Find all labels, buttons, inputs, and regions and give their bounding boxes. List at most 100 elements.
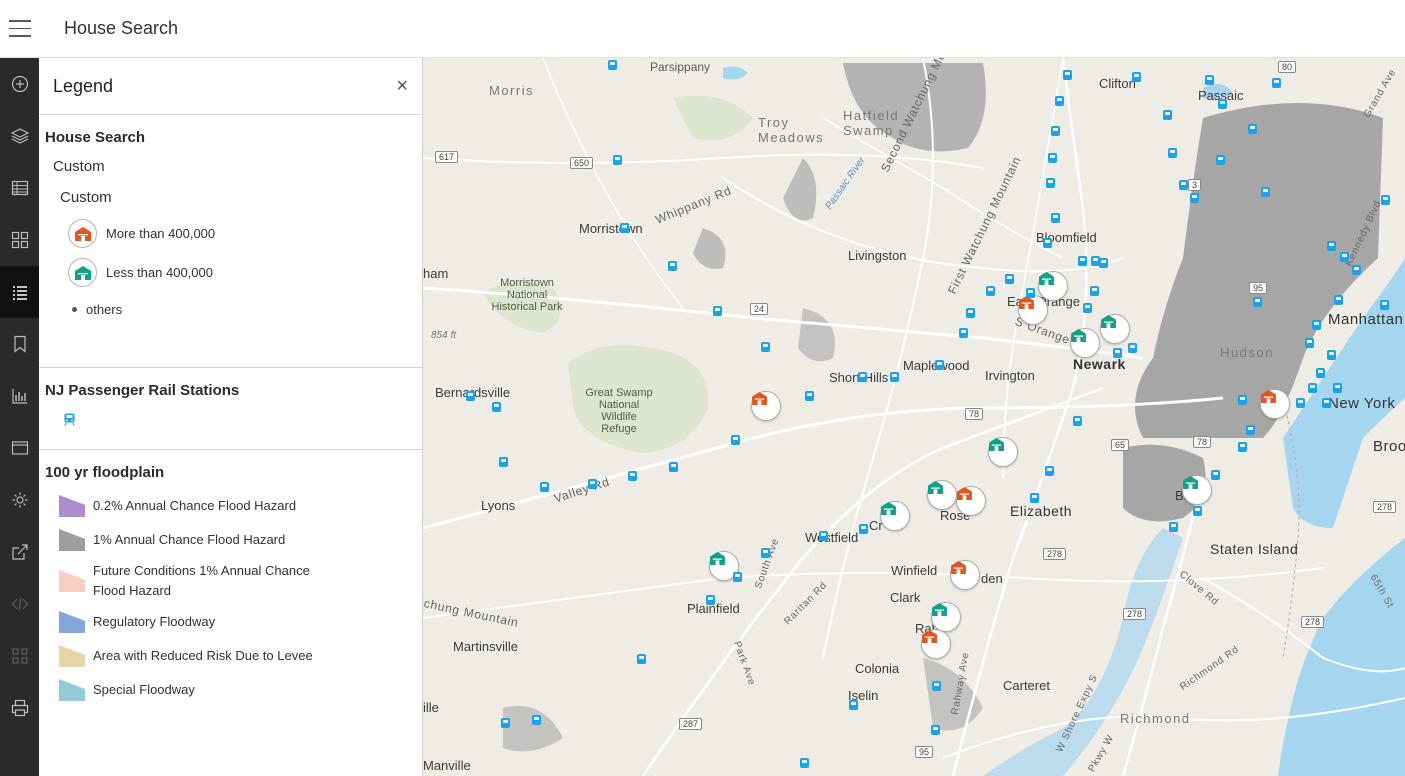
close-button[interactable]: × xyxy=(396,76,408,96)
house-marker-less[interactable] xyxy=(1100,314,1130,344)
rail-station-marker[interactable] xyxy=(466,391,475,401)
rail-station-marker[interactable] xyxy=(1026,288,1035,298)
rail-station-marker[interactable] xyxy=(669,462,678,472)
house-marker-more[interactable] xyxy=(950,560,980,590)
embed-button[interactable] xyxy=(0,578,39,630)
rail-station-marker[interactable] xyxy=(1128,343,1137,353)
rail-station-marker[interactable] xyxy=(1193,506,1202,516)
rail-station-marker[interactable] xyxy=(1132,72,1141,82)
rail-station-marker[interactable] xyxy=(1005,274,1014,284)
print-button[interactable] xyxy=(0,682,39,734)
rail-station-marker[interactable] xyxy=(713,306,722,316)
rail-station-marker[interactable] xyxy=(1030,493,1039,503)
rail-station-marker[interactable] xyxy=(1205,75,1214,85)
house-marker-less[interactable] xyxy=(1038,271,1068,301)
rail-station-marker[interactable] xyxy=(935,360,944,370)
rail-station-marker[interactable] xyxy=(1334,295,1343,305)
rail-station-marker[interactable] xyxy=(986,286,995,296)
rail-station-marker[interactable] xyxy=(1327,241,1336,251)
rail-station-marker[interactable] xyxy=(588,479,597,489)
widgets-button[interactable] xyxy=(0,630,39,682)
rail-station-marker[interactable] xyxy=(1211,470,1220,480)
rail-station-marker[interactable] xyxy=(668,261,677,271)
house-marker-more[interactable] xyxy=(921,629,951,659)
rail-station-marker[interactable] xyxy=(1045,466,1054,476)
rail-station-marker[interactable] xyxy=(1179,180,1188,190)
settings-button[interactable] xyxy=(0,474,39,526)
hamburger-menu-button[interactable] xyxy=(0,0,40,58)
rail-station-marker[interactable] xyxy=(1055,96,1064,106)
rail-station-marker[interactable] xyxy=(1261,187,1270,197)
rail-station-marker[interactable] xyxy=(849,700,858,710)
rail-station-marker[interactable] xyxy=(859,524,868,534)
map-view[interactable]: Parsippany Morris Troy Meadows Hatfield … xyxy=(423,58,1405,776)
add-data-button[interactable] xyxy=(0,58,39,110)
rail-station-marker[interactable] xyxy=(966,308,975,318)
house-marker-less[interactable] xyxy=(931,602,961,632)
rail-station-marker[interactable] xyxy=(1246,425,1255,435)
rail-station-marker[interactable] xyxy=(1238,395,1247,405)
house-marker-less[interactable] xyxy=(1182,475,1212,505)
rail-station-marker[interactable] xyxy=(637,654,646,664)
rail-station-marker[interactable] xyxy=(501,718,510,728)
rail-station-marker[interactable] xyxy=(1048,153,1057,163)
rail-station-marker[interactable] xyxy=(819,531,828,541)
house-marker-less[interactable] xyxy=(880,501,910,531)
rail-station-marker[interactable] xyxy=(761,342,770,352)
rail-station-marker[interactable] xyxy=(1073,416,1082,426)
rail-station-marker[interactable] xyxy=(959,328,968,338)
rail-station-marker[interactable] xyxy=(805,391,814,401)
rail-station-marker[interactable] xyxy=(1043,238,1052,248)
rail-station-marker[interactable] xyxy=(1078,256,1087,266)
rail-station-marker[interactable] xyxy=(733,572,742,582)
rail-station-marker[interactable] xyxy=(1099,258,1108,268)
house-marker-more[interactable] xyxy=(956,486,986,516)
rail-station-marker[interactable] xyxy=(1238,442,1247,452)
rail-station-marker[interactable] xyxy=(1216,155,1225,165)
rail-station-marker[interactable] xyxy=(499,457,508,467)
rail-station-marker[interactable] xyxy=(1381,195,1390,205)
rail-station-marker[interactable] xyxy=(608,60,617,70)
rail-station-marker[interactable] xyxy=(1352,265,1361,275)
rail-station-marker[interactable] xyxy=(492,402,501,412)
rail-station-marker[interactable] xyxy=(1063,70,1072,80)
layers-button[interactable] xyxy=(0,110,39,162)
rail-station-marker[interactable] xyxy=(532,715,541,725)
table-button[interactable] xyxy=(0,162,39,214)
charts-button[interactable] xyxy=(0,370,39,422)
rail-station-marker[interactable] xyxy=(1169,522,1178,532)
bookmarks-button[interactable] xyxy=(0,318,39,370)
rail-station-marker[interactable] xyxy=(1312,320,1321,330)
details-button[interactable] xyxy=(0,422,39,474)
rail-station-marker[interactable] xyxy=(628,471,637,481)
rail-station-marker[interactable] xyxy=(1090,286,1099,296)
rail-station-marker[interactable] xyxy=(1296,398,1305,408)
rail-station-marker[interactable] xyxy=(858,372,867,382)
house-marker-less[interactable] xyxy=(1070,328,1100,358)
rail-station-marker[interactable] xyxy=(1051,213,1060,223)
rail-station-marker[interactable] xyxy=(1316,368,1325,378)
share-button[interactable] xyxy=(0,526,39,578)
rail-station-marker[interactable] xyxy=(1333,383,1342,393)
rail-station-marker[interactable] xyxy=(1253,297,1262,307)
rail-station-marker[interactable] xyxy=(1051,126,1060,136)
house-marker-less[interactable] xyxy=(927,480,957,510)
rail-station-marker[interactable] xyxy=(1380,300,1389,310)
rail-station-marker[interactable] xyxy=(1322,398,1331,408)
rail-station-marker[interactable] xyxy=(1163,110,1172,120)
rail-station-marker[interactable] xyxy=(1327,350,1336,360)
house-marker-more[interactable] xyxy=(751,391,781,421)
rail-station-marker[interactable] xyxy=(932,681,941,691)
rail-station-marker[interactable] xyxy=(540,482,549,492)
rail-station-marker[interactable] xyxy=(761,548,770,558)
house-marker-less[interactable] xyxy=(988,437,1018,467)
house-marker-more[interactable] xyxy=(1018,295,1048,325)
rail-station-marker[interactable] xyxy=(1305,338,1314,348)
basemap-gallery-button[interactable] xyxy=(0,214,39,266)
rail-station-marker[interactable] xyxy=(731,435,740,445)
rail-station-marker[interactable] xyxy=(1308,383,1317,393)
rail-station-marker[interactable] xyxy=(1340,252,1349,262)
house-marker-more[interactable] xyxy=(1260,389,1290,419)
rail-station-marker[interactable] xyxy=(1248,124,1257,134)
rail-station-marker[interactable] xyxy=(931,725,940,735)
